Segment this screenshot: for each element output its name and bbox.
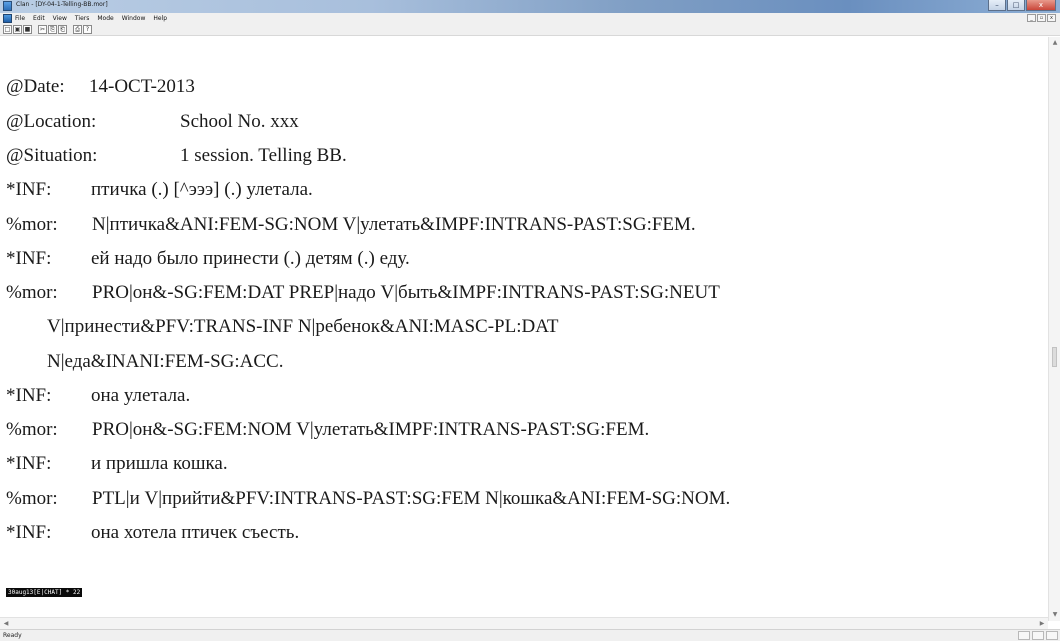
transcript-line: *INF: и пришла кошка. xyxy=(6,453,228,475)
save-icon[interactable]: ■ xyxy=(23,25,32,34)
menu-view[interactable]: View xyxy=(53,15,67,22)
transcript-line: %mor: PRO|он&-SG:FEM:DAT PREP|надо V|быть… xyxy=(6,282,720,304)
tier-text: ей надо было принести (.) детям (.) еду. xyxy=(91,248,410,269)
vertical-scroll-thumb[interactable] xyxy=(1052,347,1057,367)
tier-text: V|принести&PFV:TRANS-INF N|ребенок&ANI:M… xyxy=(47,316,559,337)
transcript-line: *INF: она хотела птичек съесть. xyxy=(6,522,299,544)
menu-file[interactable]: File xyxy=(15,15,25,22)
transcript-line: %mor: PTL|и V|прийти&PFV:INTRANS-PAST:SG:… xyxy=(6,488,730,510)
tier-tag: @Location: xyxy=(6,111,97,132)
doc-minimize-button[interactable]: _ xyxy=(1027,14,1036,22)
minimize-button[interactable]: – xyxy=(988,0,1006,11)
window-title: Clan - [DY-04-1-Telling-BB.mor] xyxy=(16,1,108,8)
open-icon[interactable]: ▣ xyxy=(13,25,22,34)
transcript-line: V|принести&PFV:TRANS-INF N|ребенок&ANI:M… xyxy=(47,316,558,338)
transcript-line: @Situation: 1 session. Telling BB. xyxy=(6,145,347,167)
scroll-up-icon[interactable]: ▲ xyxy=(1049,37,1060,49)
tier-tag: *INF: xyxy=(6,522,52,543)
tier-text: N|птичка&ANI:FEM-SG:NOM V|улетать&IMPF:I… xyxy=(92,214,696,235)
menu-help[interactable]: Help xyxy=(153,15,167,22)
transcript-line: %mor: N|птичка&ANI:FEM-SG:NOM V|улетать&I… xyxy=(6,214,696,236)
tier-tag: %mor: xyxy=(6,419,58,440)
vertical-scrollbar[interactable]: ▲ ▼ xyxy=(1048,37,1060,621)
tier-text: птичка (.) [^эээ] (.) улетала. xyxy=(91,179,313,200)
cut-icon[interactable]: ✂ xyxy=(38,25,47,34)
tier-tag: @Date: xyxy=(6,76,65,97)
tier-tag: @Situation: xyxy=(6,145,98,166)
new-icon[interactable]: □ xyxy=(3,25,12,34)
status-text: Ready xyxy=(3,632,22,639)
menu-mode[interactable]: Mode xyxy=(97,15,113,22)
document-window-controls: _ ▫ x xyxy=(1027,14,1056,22)
document-icon[interactable] xyxy=(3,14,12,23)
tier-text: PRO|он&-SG:FEM:NOM V|улетать&IMPF:INTRAN… xyxy=(92,419,650,440)
clan-app-icon[interactable] xyxy=(3,1,12,11)
title-bar: Clan - [DY-04-1-Telling-BB.mor] – □ x xyxy=(0,0,1060,13)
tier-text: 14-OCT-2013 xyxy=(89,76,195,97)
tier-text: PRO|он&-SG:FEM:DAT PREP|надо V|быть&IMPF… xyxy=(92,282,720,303)
paste-icon[interactable]: ⎗ xyxy=(58,25,67,34)
tier-text: PTL|и V|прийти&PFV:INTRANS-PAST:SG:FEM N… xyxy=(92,488,731,509)
tier-tag: %mor: xyxy=(6,214,58,235)
tier-text: N|еда&INANI:FEM-SG:ACC. xyxy=(47,351,284,372)
status-bar: Ready xyxy=(0,629,1060,641)
tier-text: и пришла кошка. xyxy=(91,453,228,474)
print-icon[interactable]: ⎙ xyxy=(73,25,82,34)
tier-tag: *INF: xyxy=(6,385,52,406)
horizontal-scrollbar[interactable]: ◀ ▶ xyxy=(0,617,1048,629)
tier-text: она улетала. xyxy=(91,385,191,406)
tier-tag: *INF: xyxy=(6,179,52,200)
scroll-down-icon[interactable]: ▼ xyxy=(1049,609,1060,621)
close-button[interactable]: x xyxy=(1026,0,1056,11)
doc-restore-button[interactable]: ▫ xyxy=(1037,14,1046,22)
status-panel xyxy=(1046,631,1058,640)
transcript-editor[interactable]: @Date: 14-OCT-2013 @Location: School No. x… xyxy=(0,37,1048,617)
tier-text: 1 session. Telling BB. xyxy=(180,145,347,166)
tier-tag: %mor: xyxy=(6,282,58,303)
transcript-line: *INF: ей надо было принести (.) детям (.)… xyxy=(6,248,410,270)
menu-tiers[interactable]: Tiers xyxy=(75,15,89,22)
transcript-line: N|еда&INANI:FEM-SG:ACC. xyxy=(47,351,283,373)
transcript-line: %mor: PRO|он&-SG:FEM:NOM V|улетать&IMPF:I… xyxy=(6,419,649,441)
transcript-line: *INF: птичка (.) [^эээ] (.) улетала. xyxy=(6,179,313,201)
tier-text: она хотела птичек съесть. xyxy=(91,522,300,543)
tier-tag: *INF: xyxy=(6,248,52,269)
tier-tag: *INF: xyxy=(6,453,52,474)
status-panels xyxy=(1018,631,1058,640)
copy-icon[interactable]: ⎘ xyxy=(48,25,57,34)
transcript-line: @Date: 14-OCT-2013 xyxy=(6,76,195,98)
maximize-button[interactable]: □ xyxy=(1007,0,1025,11)
menu-window[interactable]: Window xyxy=(122,15,146,22)
transcript-line: *INF: она улетала. xyxy=(6,385,190,407)
doc-close-button[interactable]: x xyxy=(1047,14,1056,22)
tier-tag: %mor: xyxy=(6,488,58,509)
toolbar: □ ▣ ■ ✂ ⎘ ⎗ ⎙ ? xyxy=(0,24,1060,36)
help-icon[interactable]: ? xyxy=(83,25,92,34)
window-controls: – □ x xyxy=(988,0,1056,12)
tier-text: School No. xxx xyxy=(180,111,299,132)
menu-bar: File Edit View Tiers Mode Window Help _ … xyxy=(0,13,1060,24)
transcript-line: @Location: School No. xxx xyxy=(6,111,299,133)
menu-edit[interactable]: Edit xyxy=(33,15,45,22)
status-panel xyxy=(1018,631,1030,640)
editor-status-line: 30aug13[E|CHAT] * 22 xyxy=(6,588,83,597)
status-panel xyxy=(1032,631,1044,640)
